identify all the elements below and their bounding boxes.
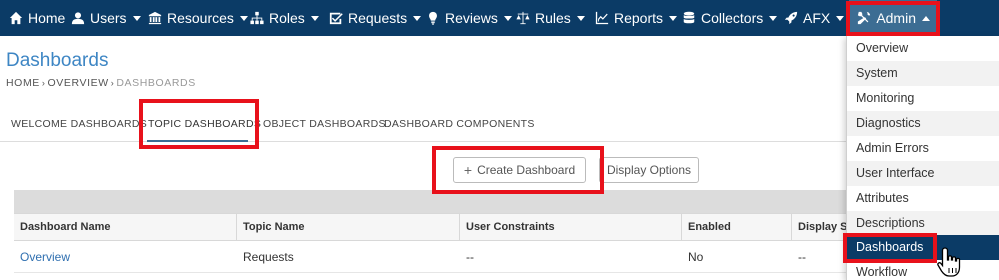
cell-user-constraints: -- — [466, 250, 474, 264]
plus-icon: + — [463, 162, 473, 178]
breadcrumb-overview[interactable]: OVERVIEW — [48, 77, 109, 89]
menu-item-dashboards[interactable]: Dashboards — [847, 235, 999, 260]
sitemap-icon — [249, 11, 264, 26]
chevron-down-icon — [576, 15, 585, 21]
cell-enabled: No — [688, 250, 704, 264]
checkbox-icon — [328, 11, 343, 26]
nav-afx-label: AFX — [803, 10, 831, 26]
nav-collectors-label: Collectors — [701, 10, 764, 26]
create-dashboard-button[interactable]: + Create Dashboard — [453, 157, 586, 183]
nav-resources[interactable]: Resources — [139, 0, 255, 36]
nav-reports[interactable]: Reports — [586, 0, 684, 36]
breadcrumb-current: DASHBOARDS — [116, 77, 196, 89]
chevron-down-icon — [310, 15, 319, 21]
nav-requests[interactable]: Requests — [320, 0, 428, 36]
nav-admin[interactable]: Admin — [849, 0, 937, 36]
menu-item-system[interactable]: System — [847, 61, 999, 86]
menu-item-admin-errors[interactable]: Admin Errors — [847, 136, 999, 161]
column-header-dashboard-name[interactable]: Dashboard Name — [14, 214, 237, 240]
nav-rules-label: Rules — [535, 10, 571, 26]
tab-object-dashboards[interactable]: OBJECT DASHBOARDS — [263, 118, 386, 130]
chevron-up-icon — [922, 15, 930, 21]
scales-icon — [515, 11, 530, 26]
active-tab-indicator — [147, 140, 248, 142]
top-navbar: Home Users Resources Roles Requests Revi… — [0, 0, 999, 36]
display-options-button[interactable]: Display Options — [599, 157, 699, 183]
breadcrumb: HOME › OVERVIEW › DASHBOARDS — [6, 77, 196, 89]
create-dashboard-label: Create Dashboard — [477, 163, 576, 177]
menu-item-descriptions[interactable]: Descriptions — [847, 211, 999, 236]
menu-item-monitoring[interactable]: Monitoring — [847, 86, 999, 111]
tab-dashboard-components[interactable]: DASHBOARD COMPONENTS — [384, 118, 535, 130]
nav-collectors[interactable]: Collectors — [673, 0, 784, 36]
nav-reviews-label: Reviews — [445, 10, 498, 26]
nav-requests-label: Requests — [348, 10, 408, 26]
page-title: Dashboards — [6, 50, 109, 71]
display-options-label: Display Options — [606, 163, 692, 177]
nav-reviews[interactable]: Reviews — [417, 0, 519, 36]
nav-reports-label: Reports — [614, 10, 664, 26]
database-icon — [681, 11, 696, 26]
hand-cursor-icon — [937, 247, 961, 277]
menu-item-attributes[interactable]: Attributes — [847, 186, 999, 211]
menu-item-workflow[interactable]: Workflow — [847, 260, 999, 280]
column-header-topic-name[interactable]: Topic Name — [237, 214, 460, 240]
nav-roles-label: Roles — [269, 10, 305, 26]
rocket-icon — [783, 11, 798, 26]
column-header-user-constraints[interactable]: User Constraints — [460, 214, 682, 240]
nav-home-label: Home — [28, 10, 66, 26]
chevron-right-icon: › — [110, 78, 115, 88]
nav-users-label: Users — [90, 10, 127, 26]
tools-icon — [857, 11, 871, 26]
nav-users[interactable]: Users — [62, 0, 148, 36]
nav-rules[interactable]: Rules — [507, 0, 592, 36]
chevron-down-icon — [836, 15, 845, 21]
menu-item-user-interface[interactable]: User Interface — [847, 161, 999, 186]
nav-resources-label: Resources — [167, 10, 234, 26]
tab-topic-dashboards[interactable]: TOPIC DASHBOARDS — [148, 118, 261, 130]
menu-item-overview[interactable]: Overview — [847, 36, 999, 61]
menu-item-diagnostics[interactable]: Diagnostics — [847, 111, 999, 136]
column-header-enabled[interactable]: Enabled — [682, 214, 792, 240]
tab-welcome-dashboards[interactable]: WELCOME DASHBOARDS — [11, 118, 147, 130]
cell-topic-name: Requests — [243, 250, 294, 264]
cell-dashboard-name[interactable]: Overview — [14, 241, 237, 272]
nav-afx[interactable]: AFX — [775, 0, 851, 36]
lightbulb-icon — [425, 11, 440, 26]
chevron-right-icon: › — [41, 78, 46, 88]
admin-dropdown-menu: Overview System Monitoring Diagnostics A… — [846, 36, 999, 280]
nav-admin-label: Admin — [876, 10, 916, 26]
chart-icon — [594, 11, 609, 26]
breadcrumb-home[interactable]: HOME — [6, 77, 40, 89]
home-icon — [8, 11, 23, 26]
users-icon — [70, 11, 85, 26]
bank-icon — [147, 11, 162, 26]
nav-roles[interactable]: Roles — [241, 0, 326, 36]
